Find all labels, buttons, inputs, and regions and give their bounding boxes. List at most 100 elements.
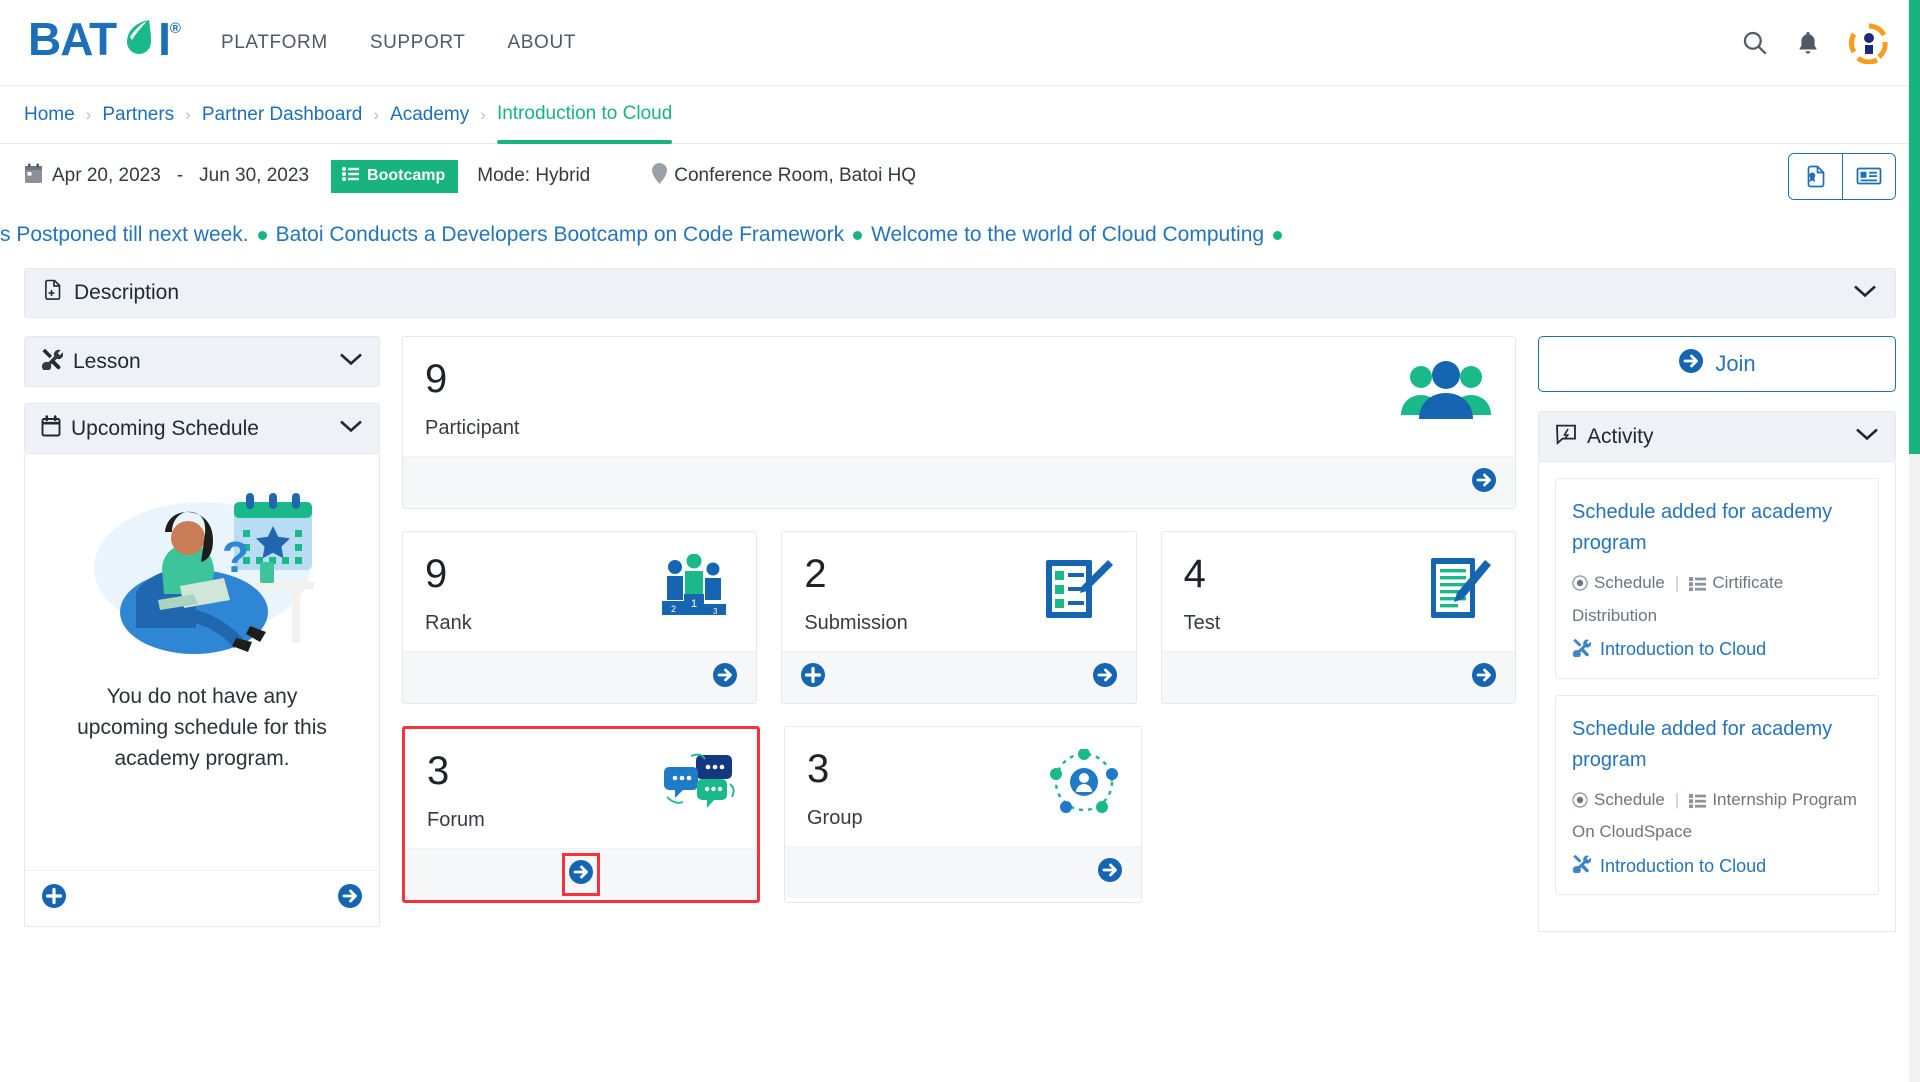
certificate-button[interactable] — [1789, 153, 1842, 199]
participant-view-button[interactable] — [1471, 467, 1497, 498]
logo-wordmark: BATOIBATI — [28, 16, 171, 69]
rank-card[interactable]: 9 Rank 2 1 3 — [402, 531, 758, 704]
lesson-label: Lesson — [73, 349, 141, 373]
submission-label: Submission — [804, 612, 908, 634]
upcoming-schedule-label: Upcoming Schedule — [71, 416, 259, 440]
join-button[interactable]: Join — [1538, 336, 1896, 392]
forum-card[interactable]: 3 Forum — [402, 726, 760, 903]
breadcrumb: Home › Partners › Partner Dashboard › Ac… — [24, 103, 672, 127]
activity-program-label: Introduction to Cloud — [1600, 639, 1767, 659]
tools-icon — [41, 348, 64, 376]
breadcrumb-bar: Home › Partners › Partner Dashboard › Ac… — [0, 86, 1920, 144]
submission-card-body: 2 Submission — [782, 532, 1135, 651]
submission-view-button[interactable] — [1092, 662, 1118, 693]
test-card-body: 4 Test — [1162, 532, 1515, 651]
group-card[interactable]: 3 Group — [784, 726, 1142, 903]
breadcrumb-separator: › — [373, 104, 380, 124]
location-text: Conference Room, Batoi HQ — [674, 165, 917, 186]
activity-panel-header[interactable]: Activity — [1538, 411, 1896, 462]
activity-item-program[interactable]: Introduction to Cloud — [1572, 854, 1862, 878]
activity-item-program[interactable]: Introduction to Cloud — [1572, 638, 1862, 662]
nav-item-support[interactable]: SUPPORT — [370, 32, 466, 54]
ticker-item[interactable]: s Postponed till next week. — [0, 223, 249, 247]
activity-item-title[interactable]: Schedule added for academy program — [1572, 714, 1862, 776]
lesson-panel-header[interactable]: Lesson — [24, 336, 380, 387]
user-avatar[interactable] — [1848, 22, 1890, 64]
announcement-ticker: s Postponed till next week. Batoi Conduc… — [0, 208, 1920, 262]
clipboard-check-icon — [1042, 554, 1114, 627]
registered-mark: ® — [169, 20, 181, 38]
participant-card[interactable]: 9 Participant — [402, 336, 1516, 509]
view-schedule-button[interactable] — [337, 883, 363, 914]
ticker-separator-dot — [853, 230, 863, 240]
rank-count: 9 — [425, 552, 448, 596]
submission-card[interactable]: 2 Submission — [781, 531, 1137, 704]
end-date-text: Jun 30, 2023 — [199, 165, 310, 186]
submission-card-footer — [782, 651, 1136, 703]
scrollbar-thumb[interactable] — [1909, 0, 1920, 454]
stats-column: 9 Participant 9 Rank 2 1 3 2 Submission … — [380, 336, 1538, 903]
lesson-title: Lesson — [41, 348, 141, 376]
test-card[interactable]: 4 Test — [1160, 531, 1516, 704]
chevron-down-icon[interactable] — [1855, 427, 1879, 446]
ticker-separator-dot — [257, 230, 267, 240]
nav-item-about[interactable]: ABOUT — [508, 32, 576, 54]
radio-dot-icon — [1572, 788, 1588, 818]
test-paper-icon — [1427, 554, 1493, 627]
activity-meta-separator: | — [1674, 573, 1680, 592]
rank-view-button[interactable] — [712, 662, 738, 693]
bell-icon[interactable] — [1796, 30, 1820, 56]
app-root: BATOIBATI ® PLATFORM SUPPORT ABOUT — [0, 0, 1920, 1082]
activity-program-label: Introduction to Cloud — [1600, 855, 1767, 876]
rank-card-footer — [403, 651, 757, 703]
tools-icon — [1572, 638, 1592, 662]
test-view-button[interactable] — [1471, 662, 1497, 693]
activity-item-meta: Schedule | Internship Program On CloudSpa… — [1572, 785, 1862, 848]
ticker-item[interactable]: Batoi Conducts a Developers Bootcamp on … — [276, 223, 844, 247]
add-schedule-button[interactable] — [41, 883, 67, 914]
batoi-logo[interactable]: BATOIBATI ® — [28, 16, 181, 68]
activity-item-title[interactable]: Schedule added for academy program — [1572, 497, 1862, 559]
group-view-button[interactable] — [1097, 857, 1123, 888]
search-icon[interactable] — [1741, 29, 1768, 56]
start-date: Apr 20, 2023 — [24, 163, 161, 190]
program-meta-bar: Apr 20, 2023 - Jun 30, 2023 Bootcamp Mod… — [0, 144, 1920, 208]
newsletter-button[interactable] — [1842, 153, 1895, 199]
breadcrumb-item-home[interactable]: Home — [24, 104, 75, 126]
list-detail-icon — [1689, 788, 1707, 818]
breadcrumb-item-partner-dashboard[interactable]: Partner Dashboard — [202, 104, 363, 126]
stat-card-row-2: 3 Forum 3 Group — [402, 726, 1516, 903]
breadcrumb-item-partners[interactable]: Partners — [102, 104, 174, 126]
group-card-footer — [785, 846, 1141, 898]
program-type-badge: Bootcamp — [331, 159, 459, 193]
breadcrumb-item-introduction-to-cloud[interactable]: Introduction to Cloud — [497, 103, 672, 127]
forum-view-button[interactable] — [562, 853, 600, 896]
badge-label: Bootcamp — [367, 167, 446, 184]
scrollbar-track[interactable] — [1909, 454, 1920, 1082]
chevron-down-icon[interactable] — [339, 419, 363, 438]
activity-list: Schedule added for academy program Sched… — [1538, 462, 1896, 932]
submission-count: 2 — [804, 552, 827, 596]
nav-item-platform[interactable]: PLATFORM — [221, 32, 328, 54]
activity-item[interactable]: Schedule added for academy program Sched… — [1555, 694, 1879, 895]
svg-text:?: ? — [222, 533, 249, 582]
description-panel-header[interactable]: Description — [24, 268, 1896, 318]
leaf-icon — [117, 18, 157, 69]
activity-title: Activity — [1555, 423, 1654, 451]
forum-card-body: 3 Forum — [405, 729, 757, 848]
chevron-down-icon[interactable] — [339, 352, 363, 371]
breadcrumb-item-academy[interactable]: Academy — [390, 104, 469, 126]
main-content: Lesson Upcoming Schedule ? You do not ha… — [0, 318, 1920, 932]
right-sidebar: Join Activity Schedule added for academy… — [1538, 336, 1896, 932]
svg-text:2: 2 — [671, 604, 676, 614]
list-icon — [342, 166, 360, 186]
submission-add-button[interactable] — [800, 662, 826, 693]
forum-count: 3 — [427, 749, 450, 793]
list-detail-icon — [1689, 571, 1707, 601]
activity-item[interactable]: Schedule added for academy program Sched… — [1555, 478, 1879, 679]
chevron-down-icon[interactable] — [1853, 284, 1877, 303]
participant-count: 9 — [425, 357, 448, 401]
upcoming-schedule-header[interactable]: Upcoming Schedule — [24, 403, 380, 454]
svg-text:3: 3 — [713, 607, 718, 616]
ticker-item[interactable]: Welcome to the world of Cloud Computing — [871, 223, 1264, 247]
